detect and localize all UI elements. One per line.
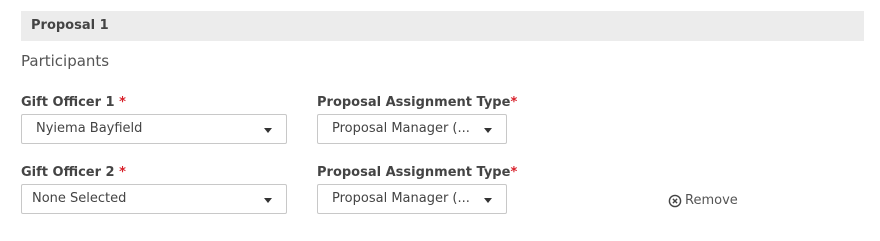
- circle-x-icon: [668, 194, 682, 207]
- proposal-section-header: Proposal 1: [21, 11, 864, 41]
- assignment-type-2-value: Proposal Manager (...: [332, 191, 470, 206]
- assignment-type-1-select[interactable]: Proposal Manager (...: [317, 114, 507, 144]
- required-marker: *: [119, 165, 126, 180]
- assignment-type-2-select[interactable]: Proposal Manager (...: [317, 184, 507, 214]
- assignment-type-1-value: Proposal Manager (...: [332, 121, 470, 136]
- chevron-down-icon: [484, 128, 492, 133]
- assignment-type-2-label: Proposal Assignment Type*: [317, 165, 517, 180]
- chevron-down-icon: [264, 128, 272, 133]
- remove-button[interactable]: Remove: [668, 193, 738, 208]
- required-marker: *: [119, 95, 126, 110]
- chevron-down-icon: [484, 198, 492, 203]
- assignment-type-1-label-text: Proposal Assignment Type: [317, 95, 511, 110]
- gift-officer-1-label: Gift Officer 1 *: [21, 95, 126, 110]
- proposal-form: Proposal 1 Participants Gift Officer 1 *…: [0, 0, 880, 241]
- participants-heading: Participants: [21, 52, 110, 70]
- gift-officer-1-label-text: Gift Officer 1: [21, 95, 115, 110]
- gift-officer-2-select[interactable]: None Selected: [21, 184, 287, 214]
- assignment-type-1-label: Proposal Assignment Type*: [317, 95, 517, 110]
- remove-label: Remove: [685, 193, 738, 208]
- gift-officer-2-label: Gift Officer 2 *: [21, 165, 126, 180]
- gift-officer-2-label-text: Gift Officer 2: [21, 165, 115, 180]
- required-marker: *: [510, 165, 518, 180]
- gift-officer-1-value: Nyiema Bayfield: [36, 121, 143, 136]
- required-marker: *: [510, 95, 518, 110]
- chevron-down-icon: [264, 198, 272, 203]
- gift-officer-1-select[interactable]: Nyiema Bayfield: [21, 114, 287, 144]
- gift-officer-2-value: None Selected: [32, 191, 127, 206]
- assignment-type-2-label-text: Proposal Assignment Type: [317, 165, 511, 180]
